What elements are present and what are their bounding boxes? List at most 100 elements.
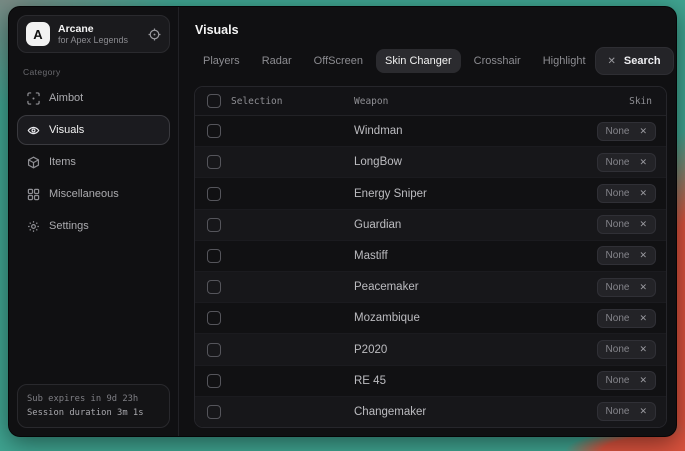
search-icon: ✕ xyxy=(608,56,616,67)
row-checkbox[interactable] xyxy=(207,218,221,232)
weapon-name: Mozambique xyxy=(231,312,556,324)
table-row: P2020 None✕ xyxy=(195,334,666,365)
sidebar-item-label: Aimbot xyxy=(49,92,83,104)
weapon-name: LongBow xyxy=(231,156,556,168)
row-checkbox-cell xyxy=(195,187,231,201)
clear-skin-icon[interactable]: ✕ xyxy=(639,219,647,230)
tab-radar[interactable]: Radar xyxy=(253,49,301,73)
tab-players[interactable]: Players xyxy=(194,49,249,73)
row-checkbox[interactable] xyxy=(207,187,221,201)
clear-skin-icon[interactable]: ✕ xyxy=(639,188,647,199)
skin-select-button[interactable]: None ✕ xyxy=(597,246,656,265)
table-row: Guardian None✕ xyxy=(195,210,666,241)
table-row: WindmanNone✕ xyxy=(195,116,666,147)
target-icon[interactable] xyxy=(148,28,161,41)
skin-cell: None ✕ xyxy=(556,402,666,421)
app-logo: A xyxy=(26,22,50,46)
row-checkbox[interactable] xyxy=(207,405,221,419)
weapon-name: Peacemaker xyxy=(231,281,556,293)
session-duration-text: Session duration 3m 1s xyxy=(27,406,160,420)
row-checkbox[interactable] xyxy=(207,280,221,294)
clear-skin-icon[interactable]: ✕ xyxy=(639,344,647,355)
weapon-name: Energy Sniper xyxy=(231,188,556,200)
column-header-selection: Selection xyxy=(231,96,346,107)
row-checkbox-cell xyxy=(195,249,231,263)
gear-icon xyxy=(26,219,40,233)
row-checkbox[interactable] xyxy=(207,343,221,357)
app-meta: Arcane for Apex Legends xyxy=(58,23,140,45)
sidebar-item-visuals[interactable]: Visuals xyxy=(17,115,170,145)
row-checkbox-cell xyxy=(195,405,231,419)
clear-skin-icon[interactable]: ✕ xyxy=(639,126,647,137)
clear-skin-icon[interactable]: ✕ xyxy=(639,406,647,417)
sidebar-item-label: Settings xyxy=(49,220,89,232)
skin-value: None xyxy=(606,406,630,417)
skin-value: None xyxy=(606,250,630,261)
tab-crosshair[interactable]: Crosshair xyxy=(465,49,530,73)
sidebar-nav: Aimbot Visuals Items Miscellaneous Settings xyxy=(17,83,170,241)
clear-skin-icon[interactable]: ✕ xyxy=(639,375,647,386)
sidebar-item-label: Miscellaneous xyxy=(49,188,119,200)
skin-value: None xyxy=(606,126,630,137)
row-checkbox-cell xyxy=(195,374,231,388)
skin-cell: None ✕ xyxy=(556,371,666,390)
skin-select-button[interactable]: None✕ xyxy=(597,340,656,359)
clear-skin-icon[interactable]: ✕ xyxy=(639,250,647,261)
clear-skin-icon[interactable]: ✕ xyxy=(639,157,647,168)
tab-bar: PlayersRadarOffScreenSkin ChangerCrossha… xyxy=(194,47,667,75)
tabs: PlayersRadarOffScreenSkin ChangerCrossha… xyxy=(194,49,595,73)
app-header-card: A Arcane for Apex Legends xyxy=(17,15,170,53)
skin-select-button[interactable]: None✕ xyxy=(597,153,656,172)
clear-skin-icon[interactable]: ✕ xyxy=(639,313,647,324)
row-checkbox[interactable] xyxy=(207,249,221,263)
skin-select-button[interactable]: None✕ xyxy=(597,215,656,234)
skin-select-button[interactable]: None ✕ xyxy=(597,371,656,390)
skin-select-button[interactable]: None ✕ xyxy=(597,309,656,328)
row-checkbox[interactable] xyxy=(207,311,221,325)
tab-skin-changer[interactable]: Skin Changer xyxy=(376,49,461,73)
skin-cell: None✕ xyxy=(556,278,666,297)
category-section-label: Category xyxy=(23,67,170,77)
row-checkbox-cell xyxy=(195,311,231,325)
sidebar-item-aimbot[interactable]: Aimbot xyxy=(17,83,170,113)
skin-select-button[interactable]: None ✕ xyxy=(597,184,656,203)
table-row: RE 45None✕ xyxy=(195,366,666,397)
skin-cell: None✕ xyxy=(556,340,666,359)
row-checkbox[interactable] xyxy=(207,374,221,388)
table-row: Peacemaker None✕ xyxy=(195,272,666,303)
skin-select-button[interactable]: None ✕ xyxy=(597,122,656,141)
select-all-checkbox[interactable] xyxy=(207,94,221,108)
app-subtitle: for Apex Legends xyxy=(58,35,140,45)
skin-select-button[interactable]: None ✕ xyxy=(597,402,656,421)
sidebar-item-miscellaneous[interactable]: Miscellaneous xyxy=(17,179,170,209)
row-checkbox[interactable] xyxy=(207,124,221,138)
weapon-name: P2020 xyxy=(231,344,556,356)
weapon-name: Mastiff xyxy=(231,250,556,262)
cube-icon xyxy=(26,155,40,169)
main-panel: Visuals PlayersRadarOffScreenSkin Change… xyxy=(179,7,676,436)
row-checkbox-cell xyxy=(195,343,231,357)
skin-select-button[interactable]: None✕ xyxy=(597,278,656,297)
sidebar-item-label: Items xyxy=(49,156,76,168)
weapon-name: Guardian xyxy=(231,219,556,231)
sidebar-item-label: Visuals xyxy=(49,124,84,136)
search-button-label: Search xyxy=(624,55,661,67)
row-checkbox-cell xyxy=(195,155,231,169)
row-checkbox-cell xyxy=(195,280,231,294)
weapon-name: Changemaker xyxy=(231,406,556,418)
tab-highlight[interactable]: Highlight xyxy=(534,49,595,73)
row-checkbox[interactable] xyxy=(207,155,221,169)
skin-value: None xyxy=(606,188,630,199)
skin-value: None xyxy=(606,313,630,324)
skin-cell: None ✕ xyxy=(556,122,666,141)
skin-cell: None ✕ xyxy=(556,184,666,203)
tab-offscreen[interactable]: OffScreen xyxy=(305,49,372,73)
table-row: LongBow None✕ xyxy=(195,147,666,178)
search-button[interactable]: ✕ Search xyxy=(595,47,674,75)
clear-skin-icon[interactable]: ✕ xyxy=(639,282,647,293)
sidebar-item-settings[interactable]: Settings xyxy=(17,211,170,241)
app-window: A Arcane for Apex Legends Category Aimbo… xyxy=(8,6,677,437)
skin-value: None xyxy=(606,375,630,386)
eye-scan-icon xyxy=(26,123,40,137)
sidebar-item-items[interactable]: Items xyxy=(17,147,170,177)
